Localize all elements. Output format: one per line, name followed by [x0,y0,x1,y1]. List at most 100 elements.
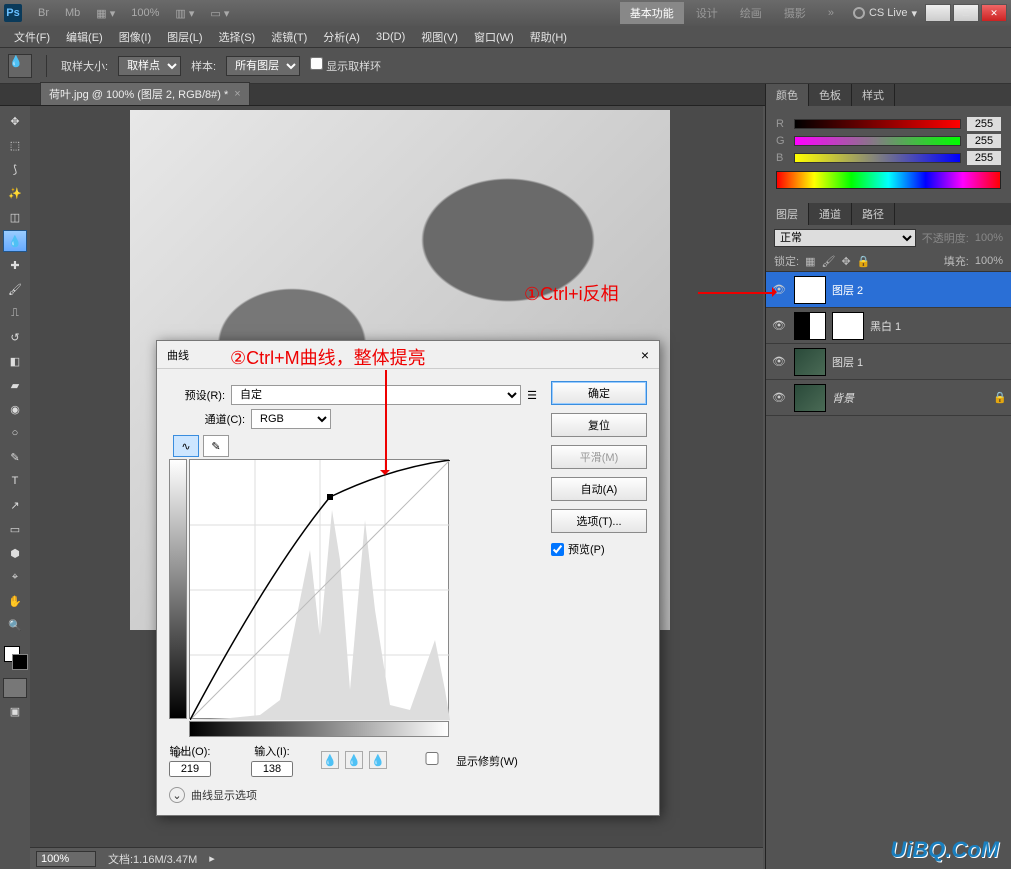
3d-tool[interactable]: ⬢ [3,542,27,564]
layer-item[interactable]: 👁 黑白 1 [766,308,1011,344]
r-value[interactable]: 255 [967,117,1001,131]
layer-item[interactable]: 👁 图层 1 [766,344,1011,380]
input-value[interactable] [251,761,293,777]
layer-thumb[interactable] [794,348,826,376]
display-options-toggle[interactable]: ⌄ [169,787,185,803]
screenmode-tool[interactable]: ▣ [3,700,27,722]
black-dropper-icon[interactable]: 💧 [321,751,339,769]
menu-3d[interactable]: 3D(D) [368,29,413,45]
blend-mode-select[interactable]: 正常 [774,229,916,247]
lock-trans-icon[interactable]: ▦ [805,255,815,268]
pen-tool[interactable]: ✎ [3,446,27,468]
fill-value[interactable]: 100% [975,255,1003,267]
heal-tool[interactable]: ✚ [3,254,27,276]
cancel-button[interactable]: 复位 [551,413,647,437]
tab-channels[interactable]: 通道 [809,203,852,225]
workspace-more[interactable]: » [818,4,844,22]
wand-tool[interactable]: ✨ [3,182,27,204]
history-brush-tool[interactable]: ↺ [3,326,27,348]
menu-layer[interactable]: 图层(L) [159,27,210,47]
menu-select[interactable]: 选择(S) [211,27,264,47]
menu-window[interactable]: 窗口(W) [466,27,522,47]
type-tool[interactable]: T [3,470,27,492]
show-clip-checkbox[interactable]: 显示修剪(W) [411,752,518,769]
eye-icon[interactable]: 👁 [770,317,788,335]
menu-filter[interactable]: 滤镜(T) [263,27,315,47]
layer-item[interactable]: 👁 背景 🔒 [766,380,1011,416]
crop-tool[interactable]: ◫ [3,206,27,228]
preset-select[interactable]: 自定 [231,385,521,405]
auto-button[interactable]: 自动(A) [551,477,647,501]
b-slider[interactable] [794,153,961,163]
layer-thumb[interactable] [794,384,826,412]
workspace-painting[interactable]: 绘画 [730,2,772,24]
document-tab[interactable]: 荷叶.jpg @ 100% (图层 2, RGB/8#) * × [40,82,250,105]
menu-analysis[interactable]: 分析(A) [315,27,368,47]
eyedropper-tool[interactable]: 💧 [3,230,27,252]
curve-graph[interactable] [189,459,449,719]
path-tool[interactable]: ↗ [3,494,27,516]
white-dropper-icon[interactable]: 💧 [369,751,387,769]
menu-help[interactable]: 帮助(H) [522,27,575,47]
tab-paths[interactable]: 路径 [852,203,895,225]
eye-icon[interactable]: 👁 [770,353,788,371]
workspace-essentials[interactable]: 基本功能 [620,2,684,24]
brush-tool[interactable]: 🖌 [3,278,27,300]
hand-tool[interactable]: ✋ [3,590,27,612]
menu-edit[interactable]: 编辑(E) [58,27,111,47]
dialog-close-icon[interactable]: × [641,347,649,363]
show-ring-checkbox[interactable]: 显示取样环 [310,57,381,74]
lasso-tool[interactable]: ⟆ [3,158,27,180]
zoom-tool[interactable]: 🔍 [3,614,27,636]
move-tool[interactable]: ✥ [3,110,27,132]
menu-image[interactable]: 图像(I) [111,27,159,47]
close-button[interactable]: ✕ [981,4,1007,22]
zoom-input[interactable] [36,851,96,867]
ok-button[interactable]: 确定 [551,381,647,405]
options-button[interactable]: 选项(T)... [551,509,647,533]
lock-pixels-icon[interactable]: 🖌 [821,255,835,268]
color-spectrum[interactable] [776,171,1001,189]
dialog-title-bar[interactable]: 曲线 × [157,341,659,369]
minimize-button[interactable]: — [925,4,951,22]
marquee-tool[interactable]: ⬚ [3,134,27,156]
layer-thumb[interactable] [794,276,826,304]
preview-checkbox[interactable]: 预览(P) [551,541,647,557]
output-value[interactable] [169,761,211,777]
mask-thumb[interactable] [832,312,864,340]
lock-all-icon[interactable]: 🔒 [857,255,871,268]
close-tab-icon[interactable]: × [234,88,240,100]
b-value[interactable]: 255 [967,151,1001,165]
stamp-tool[interactable]: ⎍ [3,302,27,324]
eraser-tool[interactable]: ◧ [3,350,27,372]
color-swatches[interactable] [2,644,28,670]
target-adjust-icon[interactable]: ⤢ [175,748,184,761]
zoom-level[interactable]: 100% [125,5,165,21]
blur-tool[interactable]: ◉ [3,398,27,420]
status-more-icon[interactable]: ▸ [209,852,215,865]
r-slider[interactable] [794,119,961,129]
curve-pencil-tool[interactable]: ✎ [203,435,229,457]
maximize-button[interactable]: ☐ [953,4,979,22]
workspace-photography[interactable]: 摄影 [774,2,816,24]
opacity-value[interactable]: 100% [975,232,1003,244]
preset-menu-icon[interactable]: ☰ [527,389,537,402]
g-value[interactable]: 255 [967,134,1001,148]
3d-camera-tool[interactable]: ⌖ [3,566,27,588]
g-slider[interactable] [794,136,961,146]
tab-swatches[interactable]: 色板 [809,84,852,106]
menu-file[interactable]: 文件(F) [6,27,58,47]
dodge-tool[interactable]: ○ [3,422,27,444]
arrange-button[interactable]: ▥ ▾ [169,5,200,22]
menu-view[interactable]: 视图(V) [413,27,466,47]
minibridge-button[interactable]: Mb [59,5,86,21]
tab-color[interactable]: 颜色 [766,84,809,106]
screen-mode-button[interactable]: ▭ ▾ [204,5,235,22]
adj-thumb[interactable] [794,312,826,340]
layer-item[interactable]: 👁 图层 2 [766,272,1011,308]
gray-dropper-icon[interactable]: 💧 [345,751,363,769]
tab-styles[interactable]: 样式 [852,84,895,106]
sample-size-select[interactable]: 取样点 [118,56,181,76]
gradient-tool[interactable]: ▰ [3,374,27,396]
eyedropper-icon[interactable]: 💧 [8,54,32,78]
